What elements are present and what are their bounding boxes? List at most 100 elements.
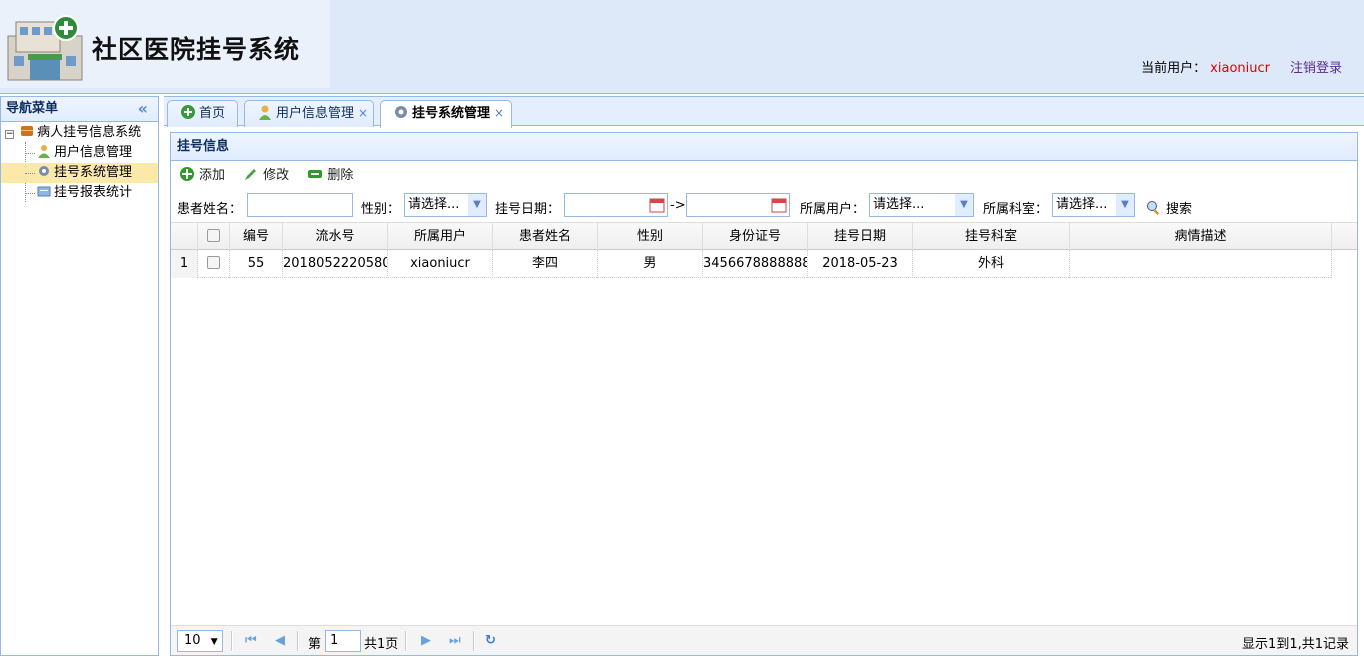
- edit-button[interactable]: 修改: [243, 161, 289, 191]
- cell-date: 2018-05-23: [808, 250, 913, 278]
- page-size-select[interactable]: 10 ▼: [177, 630, 223, 652]
- dept-label: 所属科室：: [983, 202, 1049, 217]
- nav-tree: − 病人挂号信息系统 用户信息管理 挂号系统管理 挂号报表统计: [1, 122, 158, 203]
- date-from-input[interactable]: [564, 193, 668, 217]
- tab-label: 用户信息管理: [276, 106, 355, 121]
- add-button[interactable]: 添加: [179, 161, 225, 191]
- nav-title: 导航菜单: [6, 101, 59, 116]
- tab-label: 首页: [199, 106, 226, 121]
- tab-registration-management[interactable]: 挂号系统管理 ×: [380, 100, 512, 128]
- user-area: 当前用户： xiaoniucr 注销登录: [1141, 57, 1342, 76]
- select-all-checkbox[interactable]: [198, 223, 230, 251]
- registration-table: 编号 流水号 所属用户 患者姓名 性别 身份证号 挂号日期 挂号科室 病情描述 …: [171, 222, 1357, 278]
- gender-value: 请选择...: [408, 197, 460, 212]
- tree-root-label: 病人挂号信息系统: [37, 125, 142, 140]
- sidebar-item-label: 挂号报表统计: [54, 185, 133, 200]
- hospital-building-icon: [7, 15, 83, 81]
- close-icon[interactable]: ×: [494, 106, 504, 120]
- header: 社区医院挂号系统 当前用户： xiaoniucr 注销登录: [0, 0, 1364, 94]
- divider: [405, 631, 407, 651]
- toolbar: 添加 修改 删除: [171, 161, 1357, 191]
- gender-select[interactable]: 请选择... ▼: [404, 193, 487, 217]
- search-icon: [1147, 201, 1160, 216]
- next-page-icon[interactable]: ▶: [421, 633, 431, 648]
- search-label: 搜索: [1166, 202, 1193, 217]
- table-row[interactable]: 1 55 2018052220580 xiaoniucr 李四 男 345667…: [171, 250, 1332, 278]
- tab-label: 挂号系统管理: [412, 106, 491, 121]
- chevron-down-icon[interactable]: ▼: [1116, 194, 1134, 216]
- tree-root[interactable]: − 病人挂号信息系统: [1, 123, 158, 143]
- app-title: 社区医院挂号系统: [92, 35, 301, 64]
- patient-name-input[interactable]: [247, 193, 353, 217]
- cell-user: xiaoniucr: [388, 250, 493, 278]
- page-number-value: 1: [330, 633, 339, 648]
- pagination: 10 ▼ ⏮ ◀ 第 1 共1页 ▶ ⏭ ↻ 显示1到1,共1记录: [171, 625, 1357, 655]
- page-number-input[interactable]: 1: [325, 630, 361, 652]
- tree-collapse-icon[interactable]: −: [5, 130, 14, 139]
- last-page-icon[interactable]: ⏭: [449, 633, 461, 648]
- gender-label: 性别：: [361, 202, 401, 217]
- column-header[interactable]: 挂号科室: [913, 223, 1070, 251]
- cell-serial: 2018052220580: [283, 250, 388, 278]
- current-user-name: xiaoniucr: [1210, 61, 1270, 76]
- calendar-icon[interactable]: [771, 197, 787, 213]
- cell-id: 55: [230, 250, 283, 278]
- add-label: 添加: [199, 168, 226, 183]
- calendar-icon[interactable]: [649, 197, 665, 213]
- refresh-icon[interactable]: ↻: [485, 633, 496, 648]
- panel-title: 挂号信息: [171, 133, 1357, 161]
- home-plus-icon: [181, 105, 195, 119]
- chevron-down-icon[interactable]: ▼: [955, 194, 973, 216]
- search-button[interactable]: 搜索: [1146, 198, 1192, 217]
- first-page-icon[interactable]: ⏮: [245, 633, 257, 648]
- sidebar-item-registration-report[interactable]: 挂号报表统计: [1, 183, 158, 203]
- cell-idcard: 3456678888888: [703, 250, 808, 278]
- tab-bar: 首页 用户信息管理 × 挂号系统管理 ×: [164, 96, 1364, 128]
- column-header[interactable]: 患者姓名: [493, 223, 598, 251]
- logout-link[interactable]: 注销登录: [1290, 61, 1342, 76]
- user-value: 请选择...: [873, 197, 925, 212]
- nav-header: 导航菜单 «: [1, 96, 158, 122]
- sidebar-item-label: 用户信息管理: [54, 145, 133, 160]
- tab-home[interactable]: 首页: [167, 100, 238, 127]
- sidebar-item-label: 挂号系统管理: [54, 165, 133, 180]
- column-header[interactable]: 编号: [230, 223, 283, 251]
- delete-label: 删除: [327, 168, 354, 183]
- user-icon: [259, 105, 271, 120]
- sidebar-item-user-management[interactable]: 用户信息管理: [1, 143, 158, 163]
- date-label: 挂号日期：: [495, 202, 561, 217]
- page-total: 共1页: [364, 637, 399, 652]
- cell-name: 李四: [493, 250, 598, 278]
- row-checkbox[interactable]: [198, 250, 230, 278]
- prev-page-icon[interactable]: ◀: [275, 633, 285, 648]
- user-icon: [38, 145, 50, 158]
- report-icon: [37, 186, 51, 197]
- divider: [297, 631, 299, 651]
- dept-select[interactable]: 请选择... ▼: [1052, 193, 1135, 217]
- column-header[interactable]: 所属用户: [388, 223, 493, 251]
- column-header[interactable]: 病情描述: [1070, 223, 1332, 251]
- cell-gender: 男: [598, 250, 703, 278]
- user-select[interactable]: 请选择... ▼: [869, 193, 974, 217]
- column-header[interactable]: 身份证号: [703, 223, 808, 251]
- divider: [231, 631, 233, 651]
- row-number-header: [171, 223, 198, 251]
- column-header[interactable]: 挂号日期: [808, 223, 913, 251]
- logo-block: 社区医院挂号系统: [0, 0, 330, 88]
- page-prefix: 第: [308, 637, 322, 652]
- delete-button[interactable]: 删除: [307, 161, 353, 191]
- chevron-down-icon[interactable]: ▼: [468, 194, 486, 216]
- date-to-input[interactable]: [686, 193, 790, 217]
- chevron-down-icon: ▼: [210, 637, 218, 647]
- close-icon[interactable]: ×: [358, 106, 368, 120]
- tab-user-management[interactable]: 用户信息管理 ×: [244, 100, 374, 127]
- cell-desc: [1070, 250, 1332, 278]
- date-separator: ->: [670, 198, 686, 213]
- table-header: 编号 流水号 所属用户 患者姓名 性别 身份证号 挂号日期 挂号科室 病情描述: [171, 222, 1357, 251]
- pencil-icon: [245, 169, 257, 180]
- divider: [473, 631, 475, 651]
- column-header[interactable]: 流水号: [283, 223, 388, 251]
- collapse-left-icon[interactable]: «: [138, 97, 148, 121]
- column-header[interactable]: 性别: [598, 223, 703, 251]
- sidebar-item-registration-management[interactable]: 挂号系统管理: [1, 163, 158, 183]
